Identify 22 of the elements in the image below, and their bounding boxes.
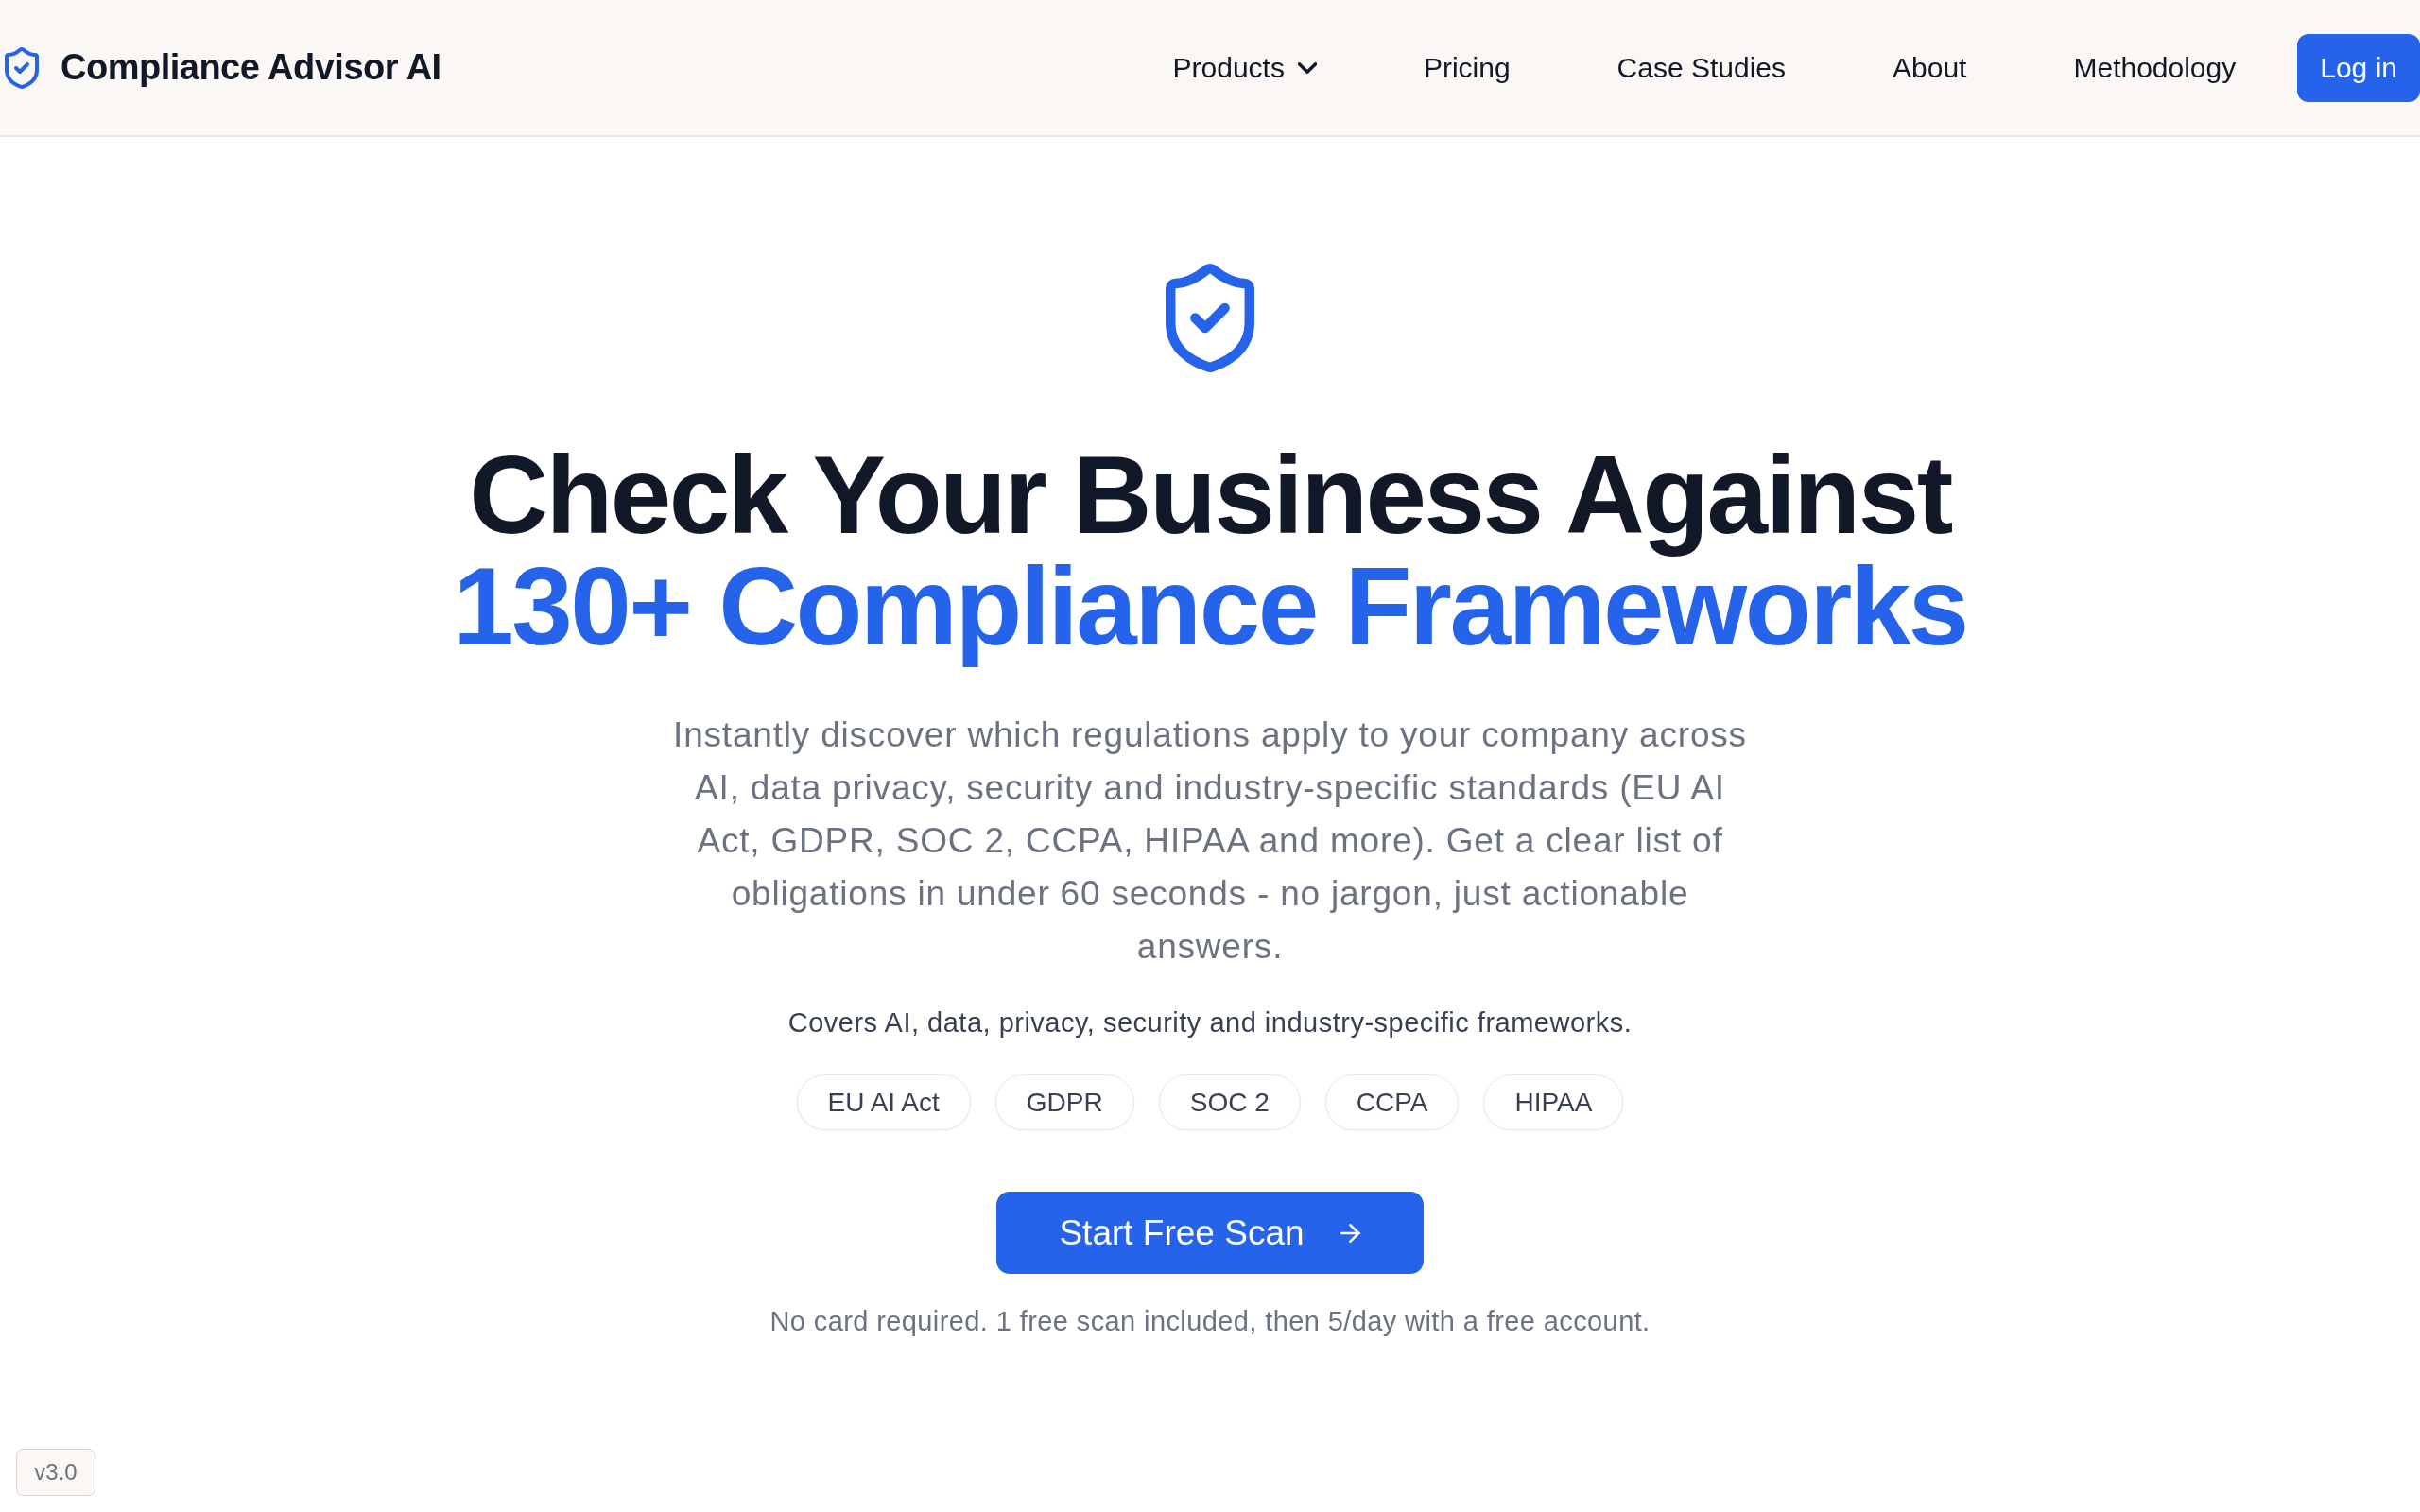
signup-note: No card required. 1 free scan included, then 5/day with a free account. (769, 1305, 1651, 1338)
nav-link[interactable]: Pricing (1423, 50, 1511, 85)
coverage-note: Covers AI, data, privacy, security and industry-specific frameworks. (787, 1006, 1633, 1040)
hero-heading: Check Your Business Against 130+ Compliance Frameworks (453, 439, 1967, 670)
framework-tag: GDPR (994, 1074, 1134, 1130)
shield-check-icon (1166, 263, 1254, 373)
framework-tag: EU AI Act (796, 1074, 971, 1130)
nav-dropdown-toggle[interactable]: Products (1172, 50, 1317, 85)
nav-link[interactable]: About (1893, 50, 1967, 85)
hero-description: Instantly discover which regulations apply to your company across AI, data privacy, security and industry-specific standards (EU AI Act, GDPR, SOC 2, CCPA, HIPAA and more). Get a clear list of obligations in under 60 seconds - no jargon, just actionable answers. (672, 714, 1748, 968)
start-scan-button[interactable]: Start Free Scan (996, 1192, 1424, 1274)
arrow-right-icon (1339, 1223, 1361, 1243)
framework-tag: CCPA (1324, 1074, 1460, 1130)
nav-link[interactable]: Case Studies (1616, 50, 1787, 85)
chevron-down-icon (1297, 61, 1317, 74)
framework-tag: SOC 2 (1158, 1074, 1301, 1130)
login-button[interactable]: Log in (2297, 33, 2420, 102)
nav-link[interactable]: Methodology (2073, 50, 2237, 85)
framework-tag: HIPAA (1483, 1074, 1624, 1130)
shield-check-icon (5, 46, 39, 89)
brand-logo-link[interactable]: Compliance Advisor AI (5, 41, 441, 94)
version-badge: v3.0 (16, 1449, 95, 1496)
